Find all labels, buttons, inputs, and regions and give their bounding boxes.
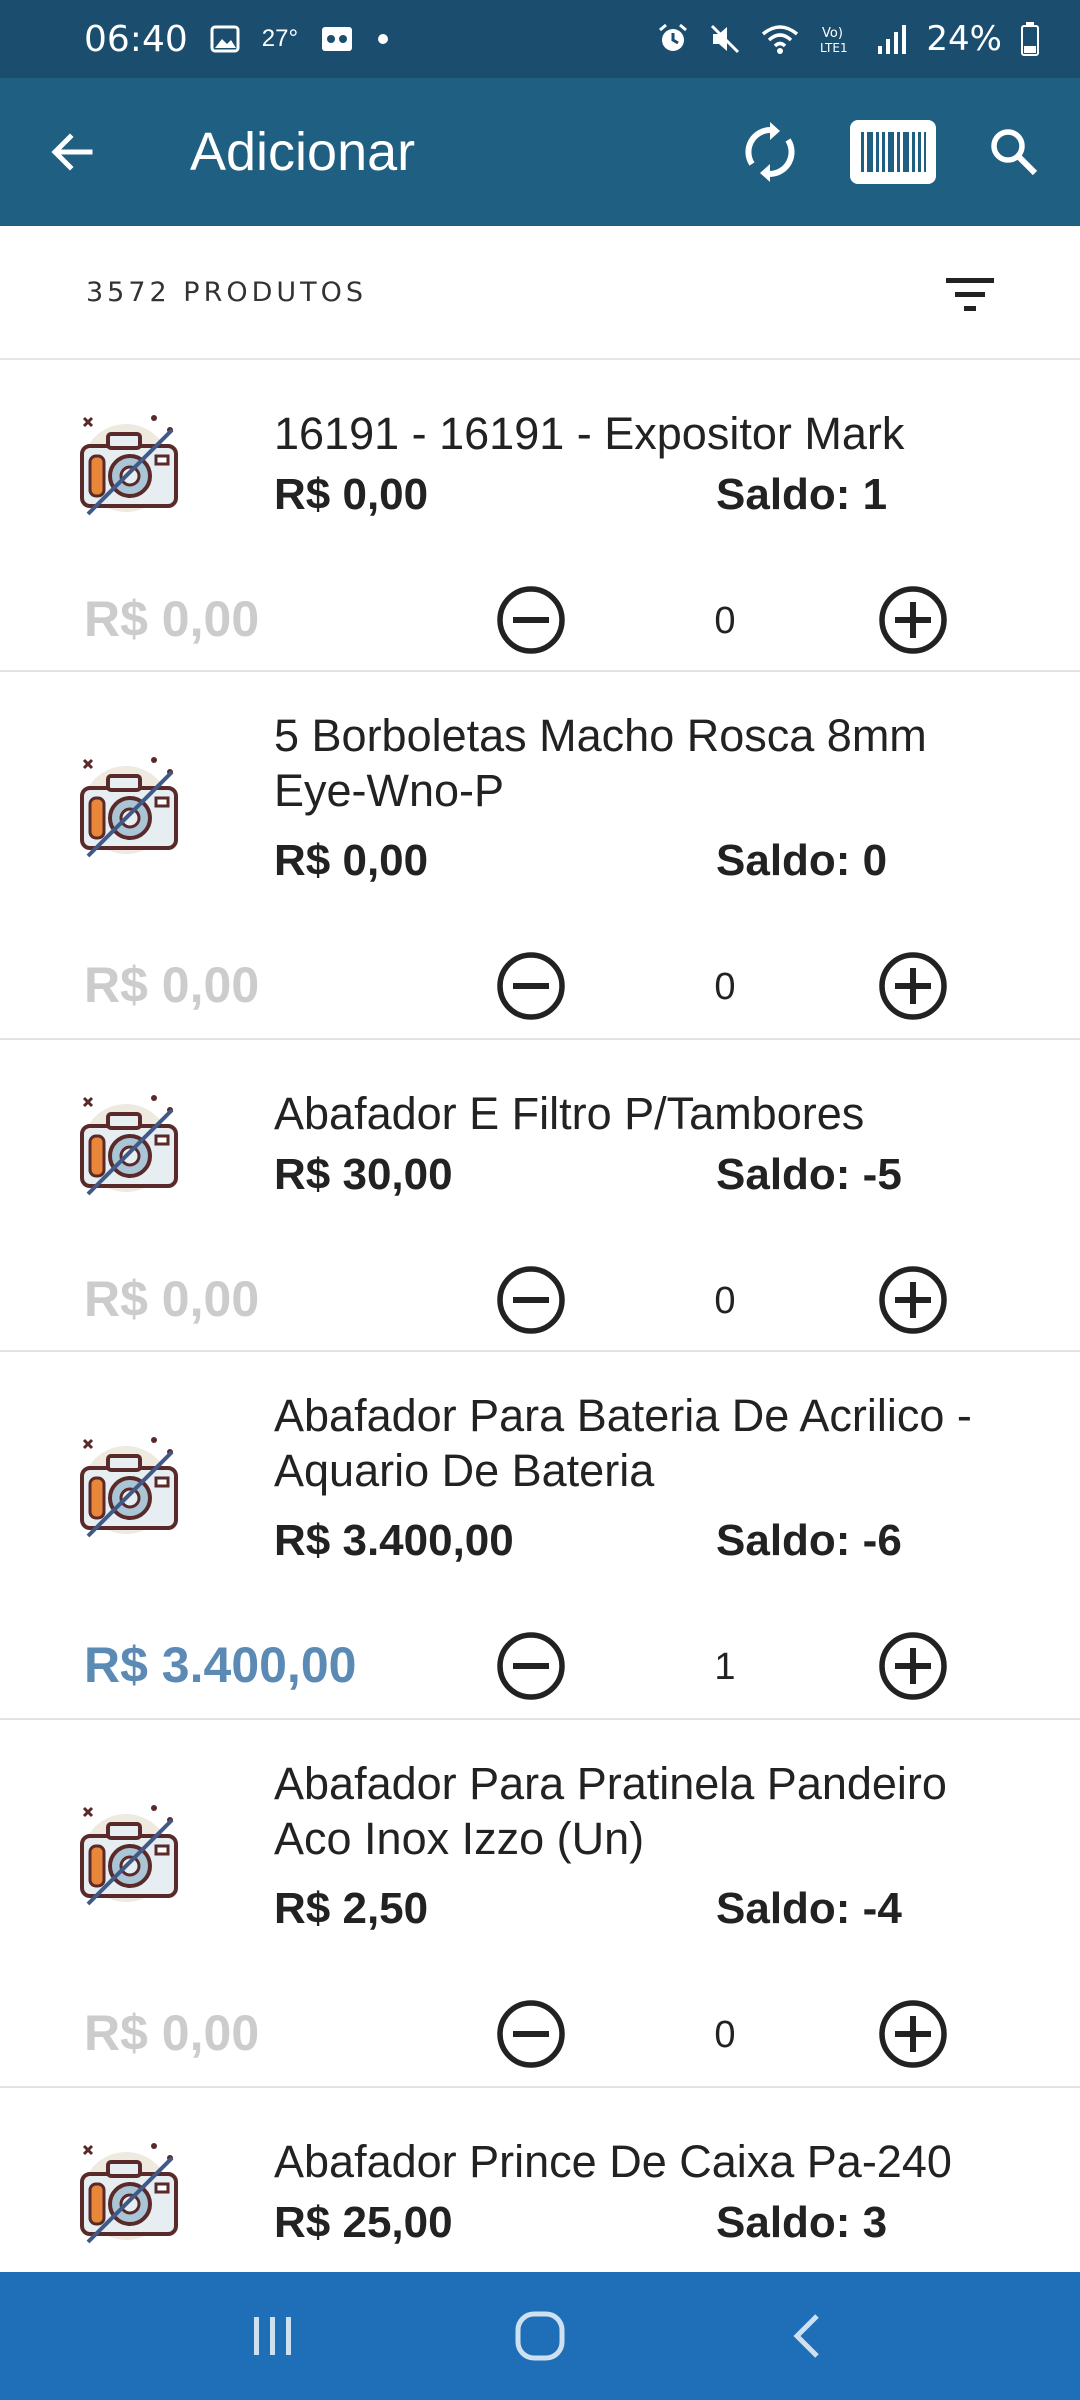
product-name: 16191 - 16191 - Expositor Mark [274, 408, 905, 459]
battery-icon [1020, 21, 1040, 57]
plus-circle-icon[interactable] [878, 1631, 948, 1701]
system-nav-bar [0, 2272, 1080, 2400]
no-photo-camera-icon [80, 1805, 178, 1906]
list-item[interactable]: Abafador Prince De Caixa Pa-240 R$ 25,00… [0, 2088, 1080, 2272]
product-count: 3572 PRODUTOS [86, 276, 368, 308]
quantity-value: 1 [714, 1646, 736, 1688]
product-price: R$ 0,00 [274, 836, 429, 885]
quantity-value: 0 [714, 966, 736, 1008]
plus-circle-icon[interactable] [878, 1265, 948, 1335]
signal-icon [876, 22, 908, 56]
recent-apps-icon [254, 2317, 292, 2355]
page-title: Adicionar [190, 122, 416, 182]
status-time: 06:40 [84, 18, 188, 60]
battery-percent: 24% [926, 19, 1002, 59]
list-item[interactable]: Abafador Para Pratinela Pandeiro Aco Ino… [0, 1720, 1080, 2088]
arrow-left-icon [51, 133, 93, 171]
product-saldo: Saldo: 3 [716, 2198, 888, 2247]
product-name: Abafador E Filtro P/Tambores [274, 1088, 865, 1139]
product-price: R$ 2,50 [274, 1884, 429, 1933]
minus-circle-icon[interactable] [496, 951, 566, 1021]
quantity-value: 0 [714, 2014, 736, 2056]
product-saldo: Saldo: -6 [716, 1516, 902, 1565]
more-notifications-dot-icon [376, 32, 390, 46]
no-photo-camera-icon [80, 415, 178, 516]
barcode-scan-button[interactable] [850, 120, 936, 184]
quantity-value: 0 [714, 1280, 736, 1322]
product-price: R$ 3.400,00 [274, 1516, 514, 1565]
list-item[interactable]: 5 Borboletas Macho Rosca 8mm Eye-Wno-P R… [0, 672, 1080, 1040]
filter-button[interactable] [942, 270, 998, 318]
search-button[interactable] [988, 118, 1040, 186]
status-bar: 06:40 27° Vo) LTE1 24% [0, 0, 1080, 78]
product-saldo: Saldo: -5 [716, 1150, 902, 1199]
app-bar: Adicionar [0, 78, 1080, 226]
minus-circle-icon[interactable] [496, 1631, 566, 1701]
product-subtotal: R$ 0,00 [84, 2005, 260, 2061]
svg-text:LTE1: LTE1 [820, 41, 848, 55]
list-item[interactable]: Abafador Para Bateria De Acrilico - Aqua… [0, 1352, 1080, 1720]
filter-icon [946, 278, 994, 311]
product-name: Abafador Para Bateria De Acrilico - Aqua… [274, 1390, 972, 1496]
list-header: 3572 PRODUTOS [0, 226, 1080, 360]
no-photo-camera-icon [80, 2143, 178, 2244]
barcode-icon [861, 132, 926, 172]
product-name: Abafador Prince De Caixa Pa-240 [274, 2136, 952, 2187]
product-subtotal: R$ 0,00 [84, 591, 260, 647]
product-saldo: Saldo: -4 [716, 1884, 902, 1933]
svg-text:Vo): Vo) [822, 26, 843, 41]
minus-circle-icon[interactable] [496, 1265, 566, 1335]
list-item[interactable]: Abafador E Filtro P/Tambores R$ 30,00 Sa… [0, 1040, 1080, 1352]
gallery-notification-icon [210, 24, 240, 54]
product-name: Abafador Para Pratinela Pandeiro Aco Ino… [274, 1758, 947, 1864]
minus-circle-icon[interactable] [496, 1999, 566, 2069]
back-nav-button[interactable] [762, 2301, 852, 2371]
mute-icon [708, 22, 742, 56]
no-photo-camera-icon [80, 757, 178, 858]
volte-icon: Vo) LTE1 [818, 22, 858, 56]
no-photo-camera-icon [80, 1437, 178, 1538]
voicemail-notification-icon [320, 24, 354, 54]
sync-icon [745, 122, 795, 182]
product-price: R$ 30,00 [274, 1150, 453, 1199]
plus-circle-icon[interactable] [878, 1999, 948, 2069]
chevron-left-icon [793, 2314, 819, 2358]
product-subtotal: R$ 3.400,00 [84, 1637, 357, 1693]
plus-circle-icon[interactable] [878, 585, 948, 655]
no-photo-camera-icon [80, 1095, 178, 1196]
product-price: R$ 0,00 [274, 470, 429, 519]
minus-circle-icon[interactable] [496, 585, 566, 655]
product-list: 16191 - 16191 - Expositor Mark R$ 0,00 S… [0, 360, 1080, 2272]
product-subtotal: R$ 0,00 [84, 1271, 260, 1327]
product-name: 5 Borboletas Macho Rosca 8mm Eye-Wno-P [274, 710, 927, 816]
list-item[interactable]: 16191 - 16191 - Expositor Mark R$ 0,00 S… [0, 360, 1080, 672]
product-saldo: Saldo: 1 [716, 470, 888, 519]
wifi-icon [760, 22, 800, 56]
plus-circle-icon[interactable] [878, 951, 948, 1021]
back-button[interactable] [42, 122, 102, 182]
quantity-value: 0 [714, 600, 736, 642]
status-temperature: 27° [261, 25, 299, 52]
recent-apps-button[interactable] [228, 2301, 318, 2371]
search-icon [991, 129, 1038, 176]
product-saldo: Saldo: 0 [716, 836, 888, 885]
home-button[interactable] [495, 2301, 585, 2371]
product-subtotal: R$ 0,00 [84, 957, 260, 1013]
sync-button[interactable] [742, 118, 798, 186]
home-icon [515, 2311, 565, 2361]
alarm-icon [656, 22, 690, 56]
product-price: R$ 25,00 [274, 2198, 453, 2247]
